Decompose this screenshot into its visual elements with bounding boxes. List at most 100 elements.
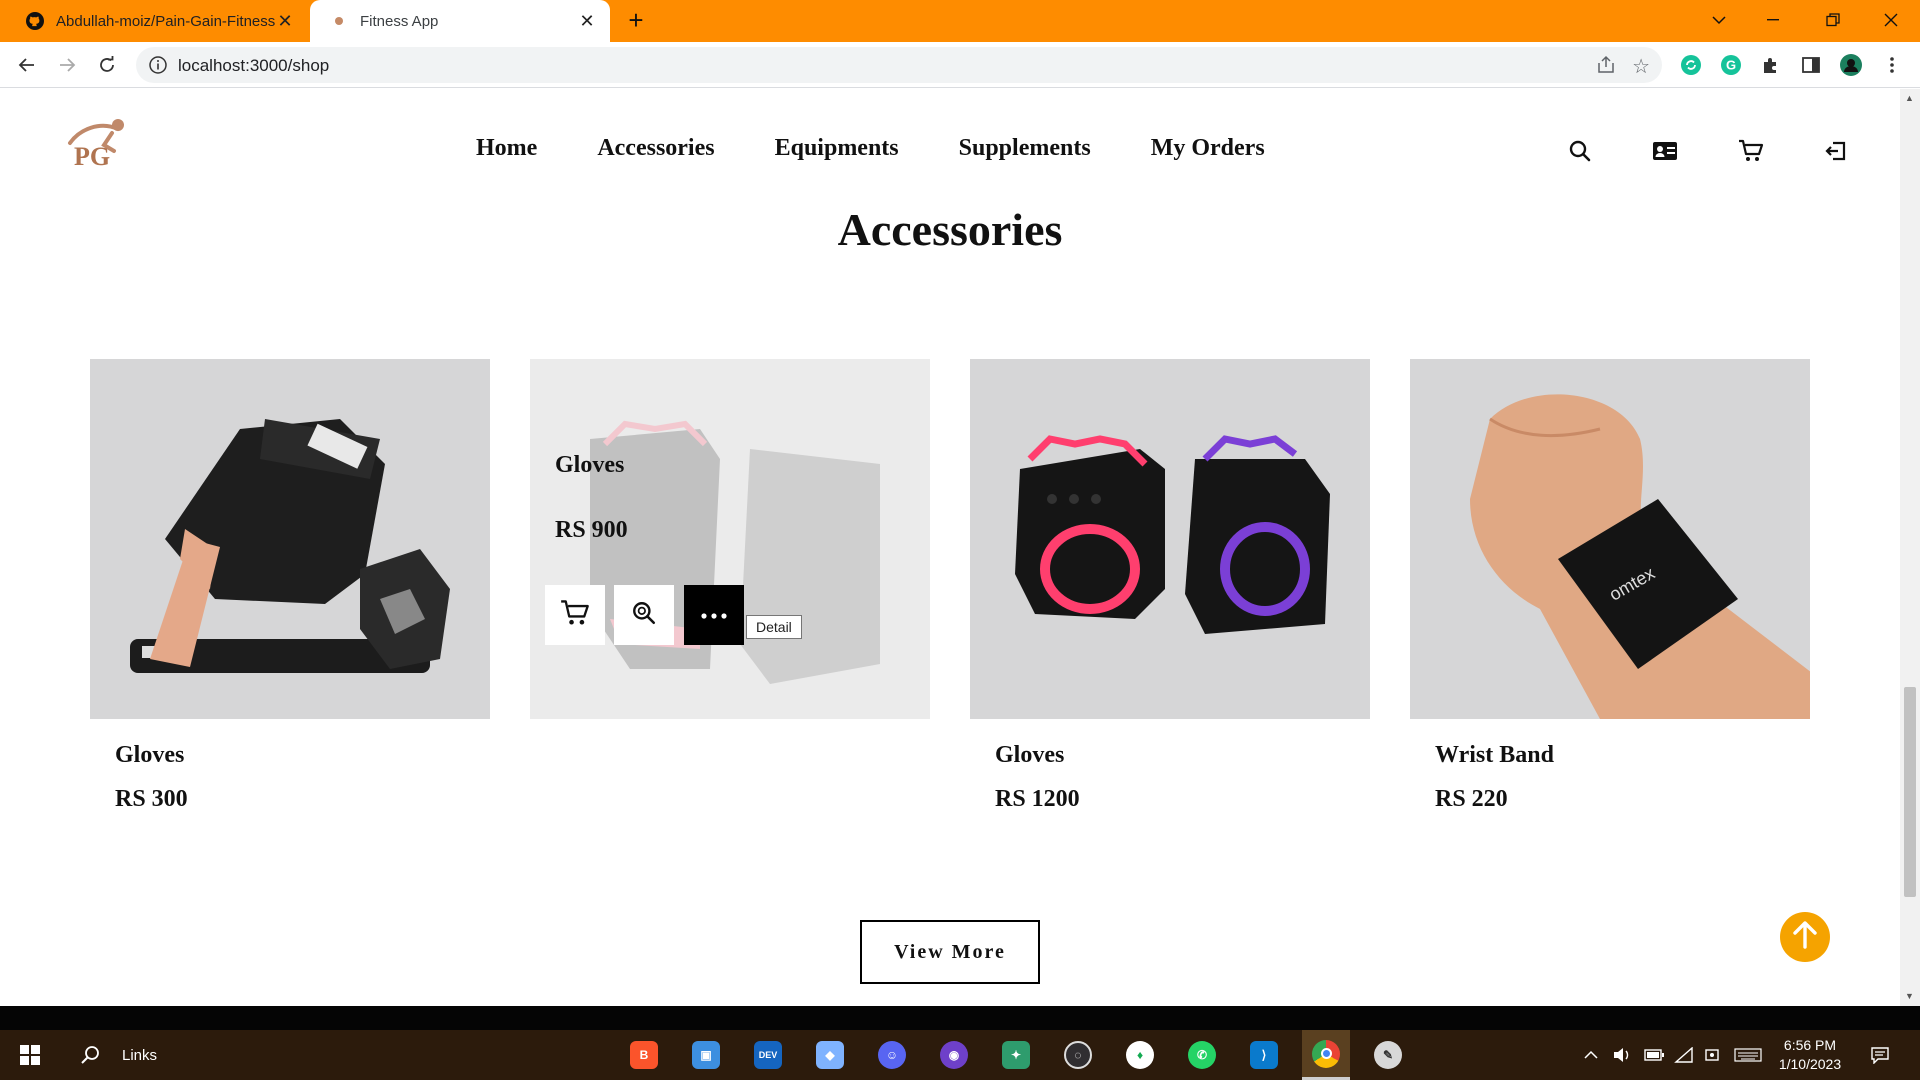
dev-cx-icon[interactable]: DEV [744, 1030, 792, 1080]
product-price: RS 220 [1435, 786, 1508, 812]
reload-icon[interactable] [92, 50, 122, 80]
section-title: Accessories [837, 204, 1063, 255]
file-manager-icon[interactable]: ▣ [682, 1030, 730, 1080]
close-window-icon[interactable] [1868, 0, 1914, 40]
contact-card-icon[interactable] [1651, 137, 1679, 165]
site-logo[interactable]: PG [62, 115, 138, 171]
site-favicon [330, 12, 348, 30]
tray-chevron-icon[interactable] [1584, 1030, 1598, 1080]
tab-title: Abdullah-moiz/Pain-Gain-Fitness [56, 12, 276, 30]
extensions-puzzle-icon[interactable] [1759, 53, 1783, 77]
tab-close-icon[interactable]: ✕ [276, 12, 294, 30]
vscode-icon[interactable]: ⟩ [1240, 1030, 1288, 1080]
taskbar-search-icon[interactable] [72, 1030, 108, 1080]
search-icon[interactable] [1566, 137, 1594, 165]
profile-avatar-icon[interactable] [1839, 53, 1863, 77]
product-name: Gloves [115, 742, 185, 768]
tab-search-chevron-icon[interactable] [1696, 0, 1742, 40]
scroll-to-top-button[interactable] [1780, 912, 1830, 962]
paint-icon[interactable]: ✎ [1364, 1030, 1412, 1080]
nav-accessories[interactable]: Accessories [597, 135, 714, 162]
product-card[interactable]: Gloves RS 1200 [970, 359, 1370, 812]
wifi-icon[interactable] [1674, 1030, 1694, 1080]
overlay-product-name: Gloves [555, 452, 625, 478]
restore-icon[interactable] [1810, 0, 1856, 40]
discord-icon[interactable]: ☺ [868, 1030, 916, 1080]
taskbar-links-label[interactable]: Links [122, 1030, 157, 1080]
brave-icon[interactable]: B [620, 1030, 668, 1080]
back-arrow-icon[interactable] [12, 50, 42, 80]
obs-icon[interactable]: ◌ [1054, 1030, 1102, 1080]
bookmark-star-icon[interactable]: ☆ [1632, 54, 1650, 79]
zoom-icon [631, 600, 657, 631]
clock-time: 6:56 PM [1783, 1037, 1837, 1053]
browser-toolbar: localhost:3000/shop ☆ G [0, 42, 1920, 88]
product-image-black-red-gloves[interactable]: Gloves RS 900 Detail [530, 359, 930, 719]
chrome-icon[interactable] [1302, 1030, 1350, 1080]
share-icon[interactable] [1596, 55, 1616, 80]
notification-center-icon[interactable] [1870, 1030, 1890, 1080]
cart-icon [560, 599, 590, 632]
nav-home[interactable]: Home [476, 135, 537, 162]
minimize-icon[interactable] [1750, 0, 1796, 40]
keyboard-icon[interactable] [1734, 1030, 1762, 1080]
whatsapp-icon[interactable]: ✆ [1178, 1030, 1226, 1080]
tab-github[interactable]: Abdullah-moiz/Pain-Gain-Fitness ✕ [0, 0, 308, 42]
nav-my-orders[interactable]: My Orders [1151, 135, 1265, 162]
product-image-black-weightlifting-gloves[interactable] [90, 359, 490, 719]
product-image-black-wrist-band[interactable]: omtex [1410, 359, 1810, 719]
tab-close-icon[interactable]: ✕ [578, 12, 596, 30]
scroll-down-arrow-icon[interactable]: ▼ [1905, 991, 1914, 1001]
nav-equipments[interactable]: Equipments [775, 135, 899, 162]
arrow-up-icon [1792, 920, 1818, 954]
browser-tab-strip: Abdullah-moiz/Pain-Gain-Fitness ✕ Fitnes… [0, 0, 1920, 42]
grammarly-icon[interactable]: G [1719, 53, 1743, 77]
volume-icon[interactable] [1612, 1030, 1632, 1080]
battery-icon[interactable] [1644, 1030, 1664, 1080]
git-kraken-icon[interactable]: ✦ [992, 1030, 1040, 1080]
mongodb-icon[interactable]: ♦ [1116, 1030, 1164, 1080]
view-more-button[interactable]: View More [860, 920, 1040, 984]
svg-text:G: G [1726, 58, 1736, 73]
detail-tooltip: Detail [746, 615, 802, 639]
grammarly-sync-icon[interactable] [1679, 53, 1703, 77]
product-price: RS 1200 [995, 786, 1080, 812]
tab-fitness-app[interactable]: Fitness App ✕ [310, 0, 610, 42]
product-name: Gloves [995, 742, 1065, 768]
detail-button[interactable] [684, 585, 744, 645]
page-footer-edge [0, 1006, 1920, 1030]
overlay-product-price: RS 900 [555, 517, 628, 543]
product-card[interactable]: Gloves RS 300 [90, 359, 490, 812]
logo-text: PG [74, 142, 110, 171]
cart-icon[interactable] [1737, 137, 1765, 165]
product-name: Wrist Band [1435, 742, 1554, 768]
url-text[interactable]: localhost:3000/shop [178, 56, 329, 76]
3d-app-icon[interactable]: ◆ [806, 1030, 854, 1080]
site-info-icon[interactable] [148, 55, 168, 75]
site-header: PG Home Accessories Equipments Supplemen… [0, 89, 1900, 209]
product-card[interactable]: omtex Wrist Band RS 220 [1410, 359, 1810, 812]
side-panel-icon[interactable] [1799, 53, 1823, 77]
browser-menu-icon[interactable] [1880, 53, 1904, 77]
address-bar[interactable]: localhost:3000/shop ☆ [136, 47, 1662, 83]
product-card-hovered[interactable]: Gloves RS 900 Detail [530, 359, 930, 719]
clock-date: 1/10/2023 [1778, 1056, 1842, 1072]
forward-arrow-icon[interactable] [52, 50, 82, 80]
logout-icon[interactable] [1822, 137, 1850, 165]
webcam-icon[interactable] [1704, 1030, 1722, 1080]
tab-title: Fitness App [360, 12, 439, 30]
page-scrollbar[interactable]: ▲ ▼ [1900, 89, 1920, 1006]
product-price: RS 300 [115, 786, 188, 812]
system-clock[interactable]: 6:56 PM 1/10/2023 [1770, 1036, 1850, 1074]
nav-supplements[interactable]: Supplements [959, 135, 1091, 162]
scrollbar-thumb[interactable] [1904, 687, 1916, 897]
add-to-cart-button[interactable] [545, 585, 605, 645]
github-desktop-icon[interactable]: ◉ [930, 1030, 978, 1080]
product-image-pink-purple-gloves[interactable] [970, 359, 1370, 719]
github-icon [26, 12, 44, 30]
windows-start-icon[interactable] [10, 1030, 50, 1080]
new-tab-icon[interactable]: + [624, 7, 648, 33]
scroll-up-arrow-icon[interactable]: ▲ [1905, 93, 1914, 103]
main-navigation: Home Accessories Equipments Supplements … [476, 135, 1325, 162]
quick-view-button[interactable] [614, 585, 674, 645]
